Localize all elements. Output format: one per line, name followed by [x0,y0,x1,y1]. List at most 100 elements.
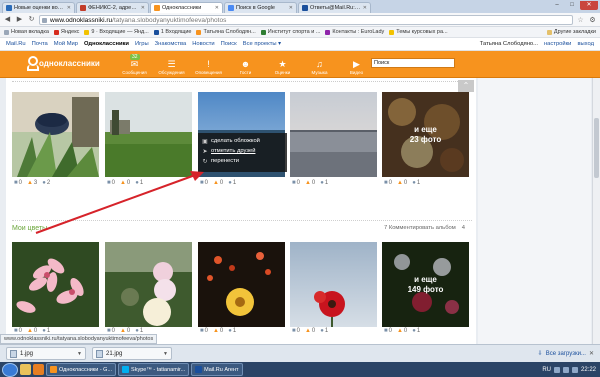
share-icon[interactable]: ● [228,328,232,334]
ok-nav-video[interactable]: ▶ Видео [338,53,375,77]
make-cover-item[interactable]: ▣ сделать обложкой [202,136,283,146]
photo-thumbnail[interactable] [290,242,377,327]
reload-icon[interactable]: ↻ [27,15,36,24]
tab-3[interactable]: Поиск в Google ✕ [224,2,297,13]
taskbar-item[interactable]: Mail.Ru Агент [191,363,243,376]
tab-1[interactable]: ФЕНИКС-2, адрес, телеф✕ [76,2,149,13]
comment-icon[interactable]: ■ [200,180,204,186]
ok-nav-music[interactable]: ♫ Музыка [301,53,338,77]
like-icon[interactable]: ▲ [397,328,403,334]
taskbar-item[interactable]: Одноклассники - G... [46,363,117,376]
comment-icon[interactable]: ■ [384,180,388,186]
tab-2[interactable]: Одноклассники ✕ [150,2,223,13]
tab-close-icon[interactable]: ✕ [215,5,219,11]
ok-nav-ratings[interactable]: ★ Оценки [264,53,301,77]
explorer-icon[interactable] [20,364,31,375]
portal-link-dating[interactable]: Знакомства [155,41,187,47]
forward-arrow-icon[interactable]: ▶ [15,15,24,24]
comment-icon[interactable]: ■ [292,328,296,334]
tray-icon[interactable] [562,366,569,373]
back-arrow-icon[interactable]: ◀ [3,15,12,24]
like-icon[interactable]: ▲ [120,180,126,186]
bookmark-item[interactable]: 9 · Входящие — Янд... [84,29,149,35]
portal-link-news[interactable]: Новости [192,41,214,47]
chevron-down-icon[interactable]: ▼ [77,351,82,357]
share-icon[interactable]: ● [228,180,232,186]
tab-close-icon[interactable]: ✕ [67,5,71,11]
like-icon[interactable]: ▲ [27,180,33,186]
download-item[interactable]: 1.jpg ▼ [6,347,86,360]
portal-user-name[interactable]: Татьяна Слободяно... [480,41,538,47]
portal-link-ok[interactable]: Одноклассники [84,41,129,47]
move-photo-item[interactable]: ↻ перенести [202,156,283,166]
volume-icon[interactable] [571,366,578,373]
bookmark-item[interactable]: Институт спорта и ... [260,29,320,35]
bookmark-item[interactable]: Новая вкладка [4,29,49,35]
album-like-count[interactable]: 4 [462,225,465,231]
minimize-icon[interactable]: – [550,1,564,10]
ok-nav-discussions[interactable]: ☰ Обсуждения [153,53,190,77]
bookmark-item[interactable]: Контакты : EuroLady [325,29,384,35]
comment-album-link[interactable]: 7 Комментировать альбом [384,225,456,231]
portal-settings-link[interactable]: настройки [544,41,571,47]
wrench-icon[interactable]: ⚙ [588,16,597,24]
clock[interactable]: 22:22 [581,367,596,373]
tab-4[interactable]: Ответы@Mail.Ru: Челов✕ [298,2,371,13]
photo-thumbnail[interactable] [105,92,192,177]
photo-thumbnail[interactable] [105,242,192,327]
tray-icon[interactable] [553,366,560,373]
all-downloads-link[interactable]: Все загрузки... [546,351,586,357]
like-icon[interactable]: ▲ [305,328,311,334]
like-icon[interactable]: ▲ [213,180,219,186]
comment-icon[interactable]: ■ [107,180,111,186]
comment-icon[interactable]: ■ [14,180,18,186]
photo-thumbnail[interactable]: и еще 23 фото [382,92,469,177]
page-scrollbar[interactable] [592,78,600,345]
comment-icon[interactable]: ■ [292,180,296,186]
bookmark-star-icon[interactable]: ☆ [576,16,585,24]
tab-0[interactable]: Новые оценки вопросов✕ [2,2,75,13]
comment-icon[interactable]: ■ [384,328,388,334]
portal-logout-link[interactable]: выход [577,41,594,47]
photo-thumbnail[interactable] [12,92,99,177]
share-icon[interactable]: ● [320,328,324,334]
tab-close-icon[interactable]: ✕ [141,5,145,11]
other-bookmarks[interactable]: Другие закладки [546,29,596,35]
share-icon[interactable]: ● [320,180,324,186]
portal-link-mailru[interactable]: Mail.Ru [6,41,26,47]
tab-close-icon[interactable]: ✕ [363,5,367,11]
download-item[interactable]: 21.jpg ▼ [92,347,172,360]
ok-nav-guests[interactable]: ☻ Гости [227,53,264,77]
tab-close-icon[interactable]: ✕ [289,5,293,11]
close-window-icon[interactable]: ✕ [580,1,598,10]
bookmark-item[interactable]: Темы курсовых ра... [389,29,448,35]
bookmark-item[interactable]: 1 Входящие [153,29,191,35]
photo-thumbnail[interactable] [198,242,285,327]
maximize-icon[interactable]: □ [565,1,579,10]
close-downloads-icon[interactable]: ✕ [589,350,594,357]
portal-link-myworld[interactable]: Мой Мир [54,41,78,47]
album-title[interactable]: Мои цветы [12,225,47,232]
chevron-down-icon[interactable]: ▼ [163,351,168,357]
tag-friends-item[interactable]: ➤ отметить друзей [202,146,283,156]
like-icon[interactable]: ▲ [305,180,311,186]
more-photos-overlay[interactable]: и еще 149 фото [382,242,469,327]
share-icon[interactable]: ● [42,180,46,186]
media-player-icon[interactable] [33,364,44,375]
ok-logo[interactable]: одноклассники [26,56,100,70]
scrollbar-thumb[interactable] [594,118,599,178]
ok-search-input[interactable]: Поиск [371,58,455,68]
portal-link-all-projects[interactable]: Все проекты ▾ [243,41,281,47]
share-icon[interactable]: ● [412,180,416,186]
bookmark-item[interactable]: Татьяна Слободян... [196,29,256,35]
more-photos-overlay[interactable]: и еще 23 фото [382,92,469,177]
photo-thumbnail[interactable]: и еще 149 фото [382,242,469,327]
share-icon[interactable]: ● [135,180,139,186]
photo-thumbnail[interactable] [12,242,99,327]
like-icon[interactable]: ▲ [213,328,219,334]
taskbar-item[interactable]: Skype™ - tatianamir... [118,363,190,376]
share-icon[interactable]: ● [412,328,416,334]
ok-nav-notifications[interactable]: ! Оповещения [190,53,227,77]
photo-thumbnail[interactable] [290,92,377,177]
scroll-up-button[interactable]: ⌃ [458,80,474,92]
